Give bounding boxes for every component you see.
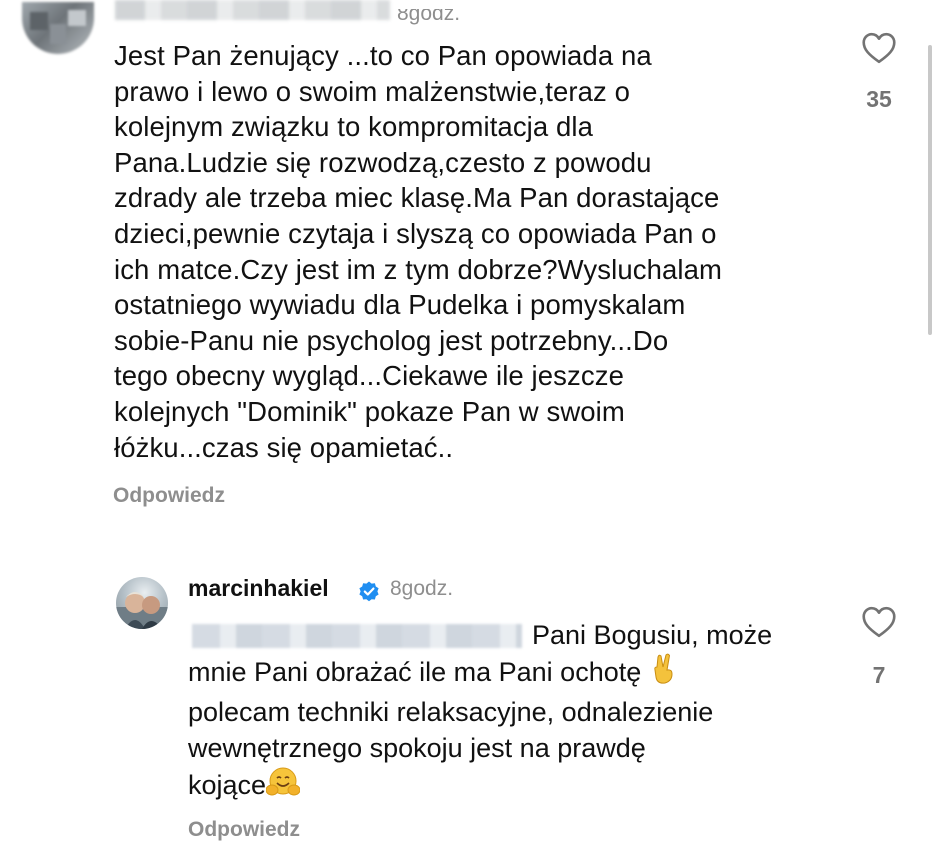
reply-avatar[interactable] (116, 577, 168, 629)
comment-timestamp: 8godz. (397, 2, 461, 25)
commenter-username-redacted[interactable] (115, 0, 390, 20)
commenter-avatar[interactable] (22, 2, 94, 54)
avatar-photo (116, 592, 168, 629)
reply-text: mnie Pani obrażać ile ma Pani ochotę pol… (188, 653, 868, 807)
comment-text: Jest Pan żenujący ...to co Pan opowiada … (114, 40, 722, 463)
hugging-face-icon (265, 766, 301, 807)
reply-button[interactable]: Odpowiedz (113, 484, 225, 508)
reply-text-part-1: mnie Pani obrażać ile ma Pani ochotę (188, 657, 649, 687)
like-count: 7 (872, 662, 886, 688)
like-heart-icon[interactable] (861, 606, 897, 638)
reply-button[interactable]: Odpowiedz (188, 818, 300, 842)
mention-redacted[interactable] (192, 624, 522, 648)
like-count: 35 (866, 86, 892, 112)
scrollbar[interactable] (928, 45, 932, 335)
reply-username[interactable]: marcinhakiel (188, 575, 329, 602)
verified-badge-icon (359, 581, 379, 602)
reply-text-first-line: Pani Bogusiu, może (532, 620, 773, 650)
reply-timestamp: 8godz. (390, 577, 454, 600)
like-heart-icon[interactable] (861, 32, 897, 64)
victory-hand-icon (649, 653, 679, 694)
